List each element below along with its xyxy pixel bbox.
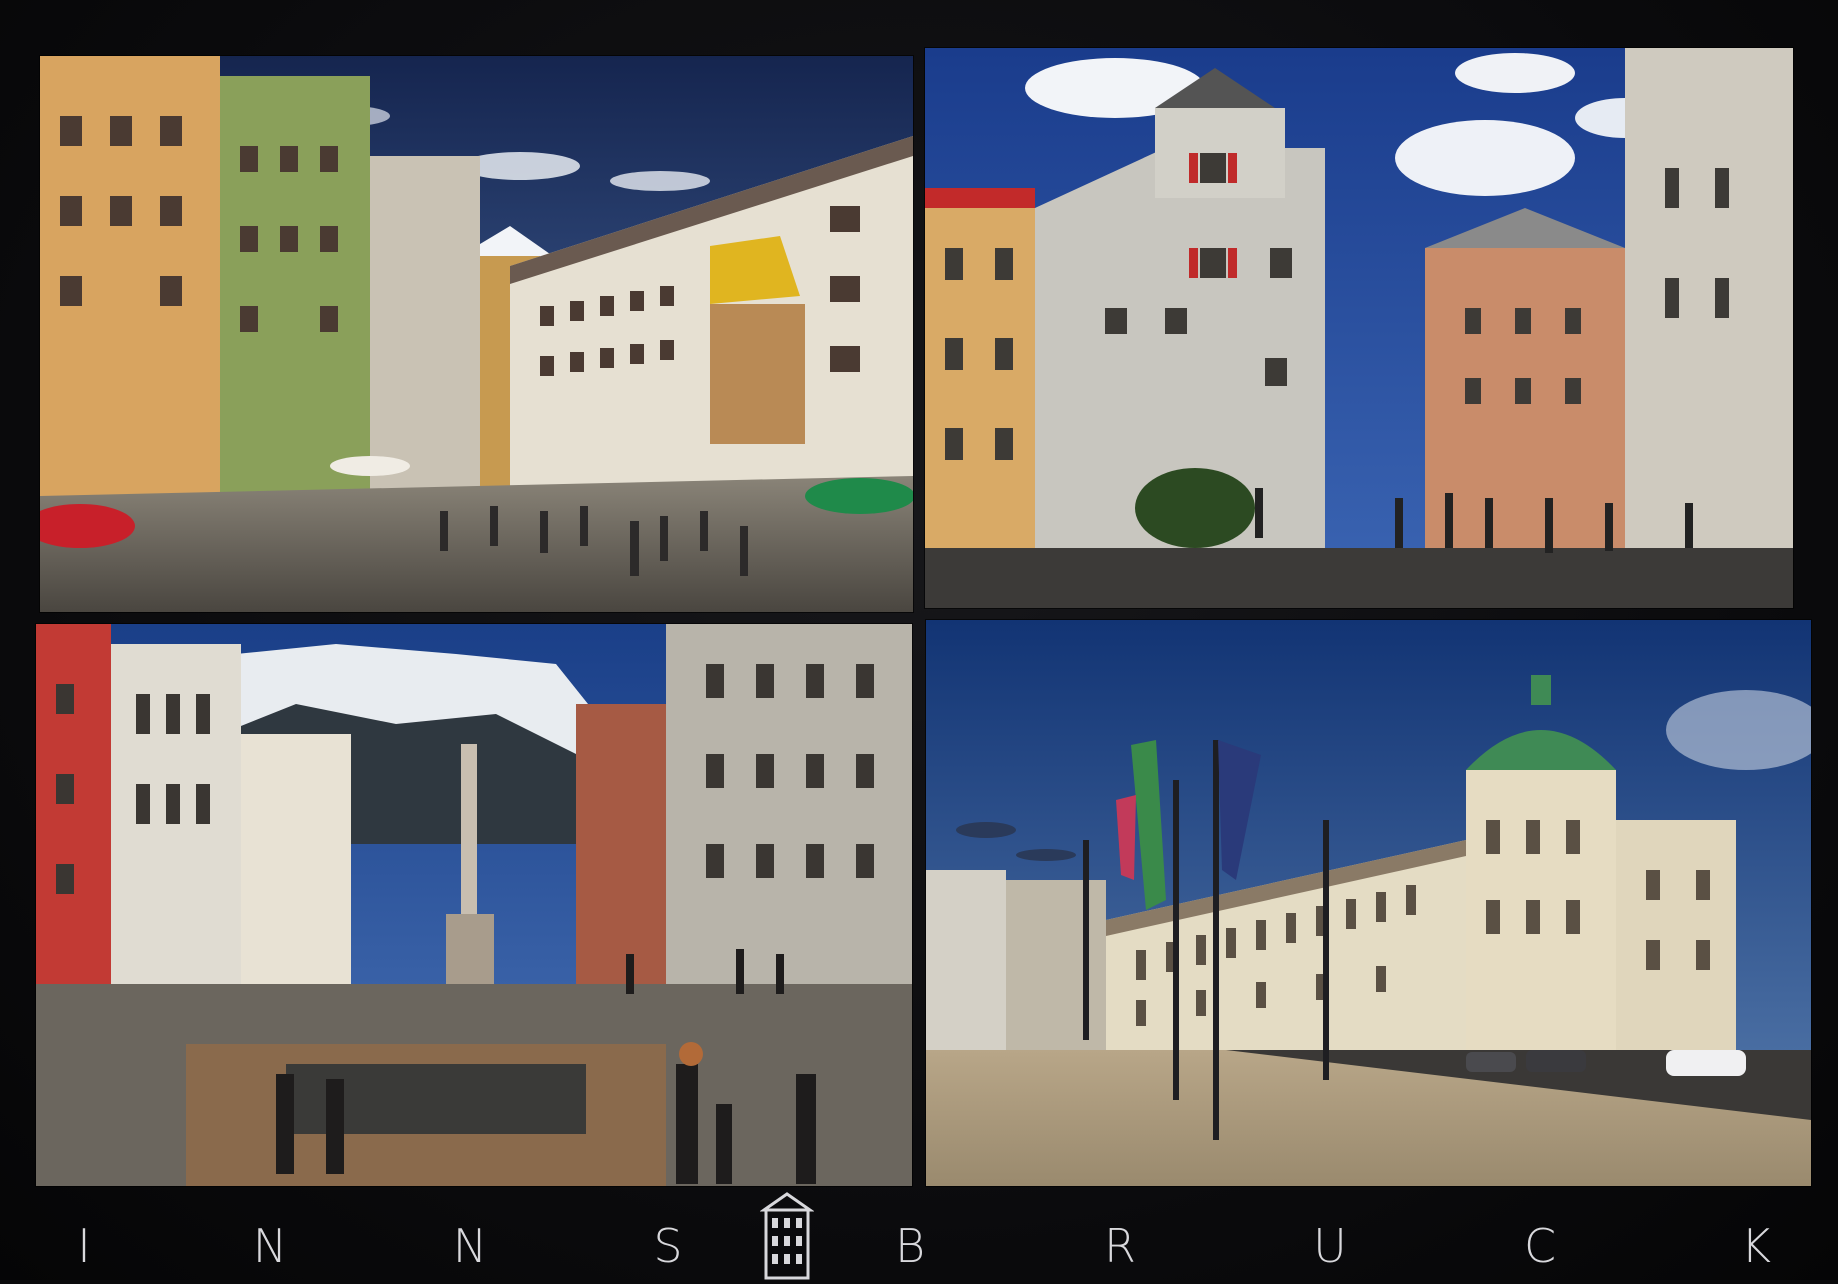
city-letter: I [77,1219,91,1273]
city-name: I N N S B R U C K [0,1205,1838,1280]
city-letter: U [1313,1219,1347,1273]
photo-helbling-house [925,48,1793,608]
photo-maria-theresien-strasse [36,624,912,1186]
photo-hofburg-palace [926,620,1811,1186]
city-letter: R [1104,1219,1136,1273]
city-letter: N [252,1219,288,1273]
city-letter: C [1523,1219,1557,1273]
golden-roof-emblem-icon [759,1192,815,1280]
postcard: I N N S B R U C K [0,0,1838,1280]
photo-golden-roof [40,56,913,612]
city-letter: S [653,1219,683,1273]
city-letter: B [894,1219,926,1273]
city-letter: K [1740,1219,1772,1273]
city-letter: N [452,1219,488,1273]
